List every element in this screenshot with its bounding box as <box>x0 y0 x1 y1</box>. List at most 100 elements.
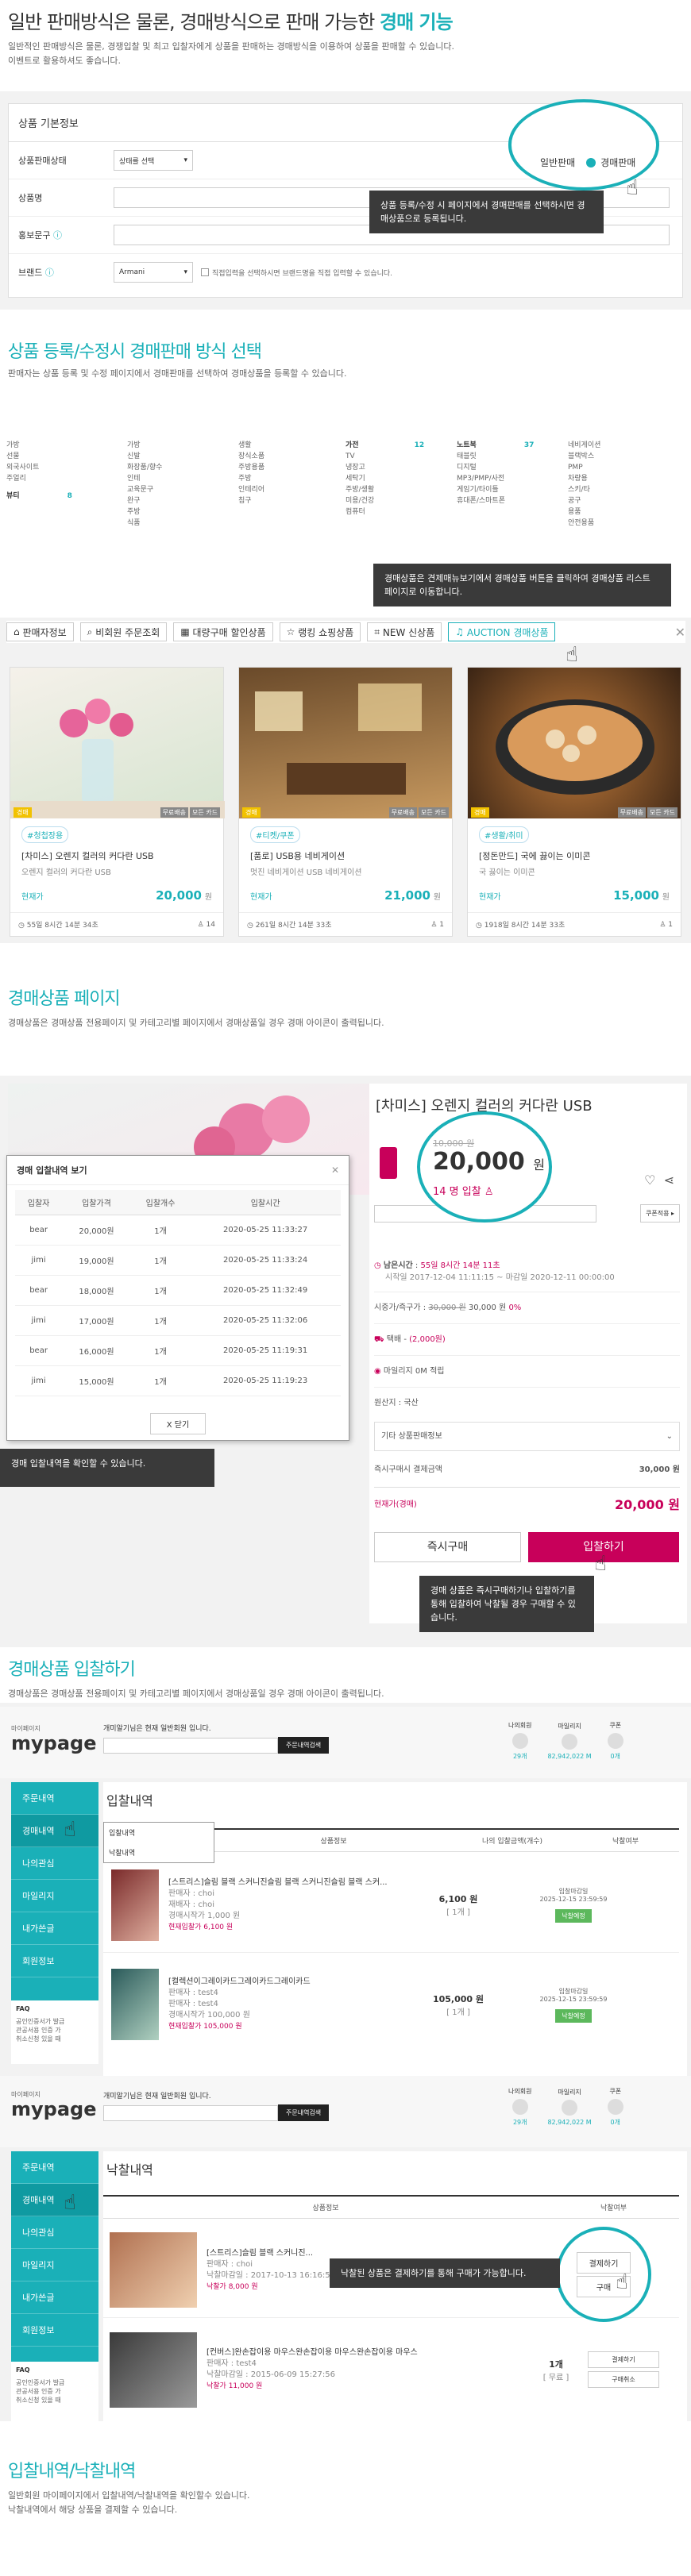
sidebar-item-posts[interactable]: 내가쓴글 <box>11 1912 98 1945</box>
faq-item[interactable]: 관공서용 인증 가 <box>16 2387 94 2396</box>
brand-select[interactable]: Armani ▾ <box>114 262 193 283</box>
faq-item[interactable]: 공인인증서가 발급 <box>16 2378 94 2387</box>
row-product-name[interactable]: [컨버스]완손잡이용 마우스완손잡이용 마우스완손잡이용 마우스 <box>207 2347 524 2358</box>
cat-item[interactable]: 세탁기 <box>346 473 424 484</box>
product-name[interactable]: [정돈만드] 국에 끓이는 이미콘 <box>479 849 670 862</box>
cat-item[interactable]: 장식소품 <box>238 451 264 462</box>
product-tag[interactable]: #생활/취미 <box>479 826 529 843</box>
pay-button[interactable]: 결제하기 <box>588 2351 659 2368</box>
product-thumb[interactable] <box>111 1969 159 2040</box>
heart-icon[interactable]: ♡ <box>644 1172 655 1188</box>
sidebar-item-wishlist[interactable]: 나의관심 <box>11 1847 98 1880</box>
cat-item[interactable]: 선물 <box>6 451 72 462</box>
cat-item[interactable]: 생활 <box>238 440 264 451</box>
tab-seller-info[interactable]: ⌂ 판매자정보 <box>6 622 74 641</box>
cat-item[interactable]: 공구 <box>568 495 600 506</box>
cat-item[interactable]: 침구 <box>238 495 264 506</box>
close-icon[interactable]: ✕ <box>331 1165 339 1176</box>
order-search-input[interactable] <box>103 2104 278 2121</box>
product-card[interactable]: 경매 무료배송 모든 카드 #티켓/쿠폰 [품로] USB용 네비게이션 멋진 네… <box>238 667 453 937</box>
cat-item[interactable]: 안전용품 <box>568 518 600 529</box>
cat-item[interactable]: 컴퓨터 <box>346 506 424 518</box>
order-search-input[interactable] <box>103 1737 278 1754</box>
faq-item[interactable]: 관공서용 인증 가 <box>16 2026 94 2035</box>
sidebar-item-auction[interactable]: 경매내역 <box>11 2184 98 2216</box>
product-tag[interactable]: #티켓/쿠폰 <box>250 826 300 843</box>
cat-item[interactable]: 인테 <box>127 473 162 484</box>
cat-item[interactable]: TV <box>346 451 424 462</box>
sidebar-item-orders[interactable]: 주문내역 <box>11 2151 98 2184</box>
toggle-normal[interactable]: 일반판매 <box>540 156 575 169</box>
cat-item[interactable]: 주방 <box>127 506 162 518</box>
cat-head-beauty[interactable]: 뷰티 8 <box>6 491 72 502</box>
cat-item[interactable]: 디지털 <box>457 462 534 473</box>
radio-auction-icon[interactable] <box>586 157 596 167</box>
cat-item[interactable]: MP3/PMP/사전 <box>457 473 534 484</box>
product-thumb[interactable] <box>111 1869 159 1941</box>
dropdown-item-bids[interactable]: 입찰내역 <box>104 1823 214 1842</box>
cat-item[interactable]: 게임기/타이틀 <box>457 484 534 495</box>
cat-item[interactable]: 차량용 <box>568 473 600 484</box>
sidebar-item-posts[interactable]: 내가쓴글 <box>11 2281 98 2314</box>
row-product-name[interactable]: [스트리스]슬림 블랙 스커니진... <box>207 2248 445 2259</box>
tab-guest-order[interactable]: ⌕ 비회원 주문조회 <box>79 622 168 641</box>
close-icon[interactable]: ✕ <box>675 625 685 640</box>
brand-direct-checkbox[interactable] <box>201 268 209 276</box>
cat-item[interactable]: 스키/타 <box>568 484 600 495</box>
sidebar-item-orders[interactable]: 주문내역 <box>11 1782 98 1815</box>
product-tag[interactable]: #청첩장용 <box>21 826 69 843</box>
sidebar-item-profile[interactable]: 회원정보 <box>11 1945 98 1977</box>
faq-item[interactable]: 취소신청 있을 때 <box>16 2035 94 2043</box>
cat-item[interactable]: 용품 <box>568 506 600 518</box>
sidebar-item-wishlist[interactable]: 나의관심 <box>11 2216 98 2249</box>
stat-box[interactable]: 쿠폰 0개 <box>607 2087 623 2127</box>
order-search-button[interactable]: 주문내역검색 <box>278 2104 330 2121</box>
cat-item[interactable]: PMP <box>568 462 600 473</box>
product-thumb[interactable] <box>110 2232 197 2308</box>
sidebar-item-profile[interactable]: 회원정보 <box>11 2314 98 2347</box>
product-name[interactable]: [차미스] 오렌지 컬러의 커다란 USB <box>21 849 212 862</box>
product-thumb[interactable] <box>110 2331 197 2408</box>
product-name[interactable]: [품로] USB용 네비게이션 <box>250 849 441 862</box>
product-card[interactable]: 경매 무료배송 모든 카드 #생활/취미 [정돈만드] 국에 끓이는 이미콘 국 … <box>467 667 681 937</box>
tab-auction[interactable]: ♫ AUCTION 경매상품 <box>448 622 556 641</box>
cat-item[interactable]: 신발 <box>127 451 162 462</box>
option-select[interactable]: 기타 상품판매정보 ⌄ <box>374 1422 680 1451</box>
buy-now-button[interactable]: 즉시구매 <box>374 1532 521 1562</box>
cat-item[interactable]: 외국사이트 <box>6 462 72 473</box>
cat-item[interactable]: 화장품/향수 <box>127 462 162 473</box>
sidebar-item-mileage[interactable]: 마일리지 <box>11 1880 98 1912</box>
bidder-count[interactable]: 14 명 입찰 ♙ <box>433 1183 493 1198</box>
share-icon[interactable]: ⋖ <box>664 1172 674 1188</box>
cat-item[interactable]: 주방용품 <box>238 462 264 473</box>
cat-item[interactable]: 주얼리 <box>6 473 72 484</box>
faq-item[interactable]: 공인인증서가 발급 <box>16 2017 94 2026</box>
cat-item[interactable]: 네비게이션 <box>568 440 600 451</box>
cat-item[interactable]: 인테리어 <box>238 484 264 495</box>
row-product-name[interactable]: [스트리스]슬림 블랙 스커니진슬림 블랙 스커니진슬림 블랙 스커... <box>168 1877 399 1889</box>
stat-box[interactable]: 쿠폰 0개 <box>607 1721 623 1761</box>
modal-close-button[interactable]: X 닫기 <box>150 1413 206 1434</box>
sale-status-select[interactable]: 상태를 선택 ▾ <box>114 150 193 171</box>
row-product-name[interactable]: [컬렉션이그레이카드그레이카드그레이카드 <box>168 1977 399 1988</box>
cat-item[interactable]: 식품 <box>127 518 162 529</box>
sidebar-item-mileage[interactable]: 마일리지 <box>11 2249 98 2281</box>
cat-item[interactable]: 휴대폰/스마트폰 <box>457 495 534 506</box>
cat-item[interactable]: 가방 <box>127 440 162 451</box>
cancel-purchase-button[interactable]: 구매취소 <box>588 2371 659 2388</box>
stat-box[interactable]: 마일리지 82,942,022 M <box>547 2088 591 2126</box>
cat-item[interactable]: 완구 <box>127 495 162 506</box>
cat-item[interactable]: 냉장고 <box>346 462 424 473</box>
cat-item[interactable]: 가방 <box>6 440 72 451</box>
toggle-auction[interactable]: 경매판매 <box>600 156 635 169</box>
cat-item[interactable]: 미용/건강 <box>346 495 424 506</box>
order-search-button[interactable]: 주문내역검색 <box>278 1737 330 1754</box>
cat-item[interactable]: 주방/생활 <box>346 484 424 495</box>
cat-item[interactable]: 주방 <box>238 473 264 484</box>
stat-box[interactable]: 나의회원 29개 <box>508 2087 531 2127</box>
tab-ranking[interactable]: ☆ 랭킹 쇼핑상품 <box>279 622 361 641</box>
stat-box[interactable]: 마일리지 82,942,022 M <box>547 1722 591 1760</box>
cat-item[interactable]: 블랙박스 <box>568 451 600 462</box>
dropdown-item-won[interactable]: 낙찰내역 <box>104 1842 214 1862</box>
tab-bulk-discount[interactable]: ▦ 대량구매 할인상품 <box>173 622 273 641</box>
